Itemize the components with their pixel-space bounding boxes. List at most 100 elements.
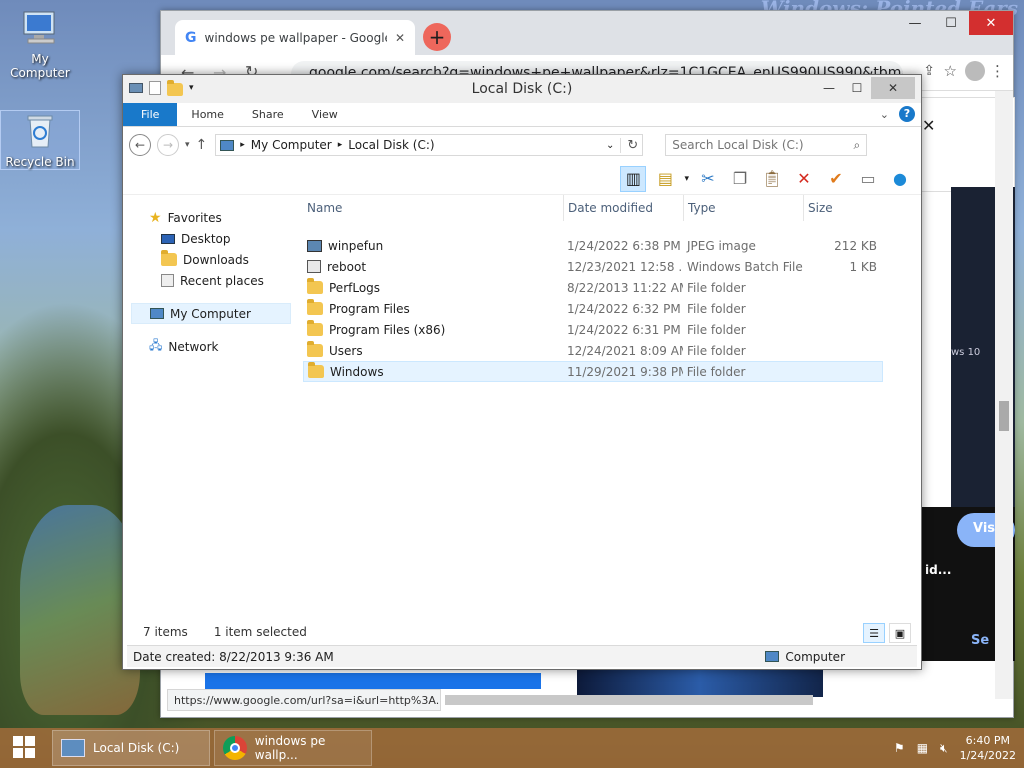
minimize-icon[interactable]: — (815, 77, 843, 99)
customize-qa-icon[interactable]: ▾ (189, 83, 194, 93)
page-link[interactable]: Se (971, 633, 989, 648)
column-type[interactable]: Type (683, 195, 803, 221)
computer-icon (20, 8, 60, 48)
file-size: 1 KB (849, 259, 877, 274)
properties-icon[interactable] (149, 81, 161, 95)
nav-downloads[interactable]: Downloads (131, 249, 291, 270)
paste-icon[interactable]: 📋︎ (759, 166, 785, 192)
globe-icon[interactable]: ● (887, 166, 913, 192)
close-icon[interactable]: ✕ (871, 77, 915, 99)
maximize-icon[interactable]: ☐ (843, 77, 871, 99)
tab-file[interactable]: File (123, 103, 178, 126)
file-row[interactable]: reboot 12/23/2021 12:58 ... Windows Batc… (303, 256, 883, 277)
column-name[interactable]: Name (303, 195, 563, 221)
tab-home[interactable]: Home (177, 103, 237, 126)
back-icon[interactable]: ← (129, 134, 151, 156)
taskbar-chrome-button[interactable]: windows pe wallp... (214, 730, 372, 766)
share-icon[interactable]: ⇪ (923, 63, 935, 79)
nav-my-computer[interactable]: My Computer (131, 303, 291, 324)
chrome-tab-title: windows pe wallpaper - Google S (204, 30, 387, 45)
file-row[interactable]: winpefun 1/24/2022 6:38 PM JPEG image 21… (303, 235, 883, 256)
close-icon[interactable]: ✕ (969, 11, 1013, 35)
nav-network[interactable]: 🖧︎ Network (131, 336, 291, 357)
close-tab-icon[interactable]: ✕ (395, 31, 405, 45)
system-tray: ⚑ ▦ 🔇︎ 6:40 PM 1/24/2022 (894, 728, 1024, 768)
file-row[interactable]: Program Files 1/24/2022 6:32 PM File fol… (303, 298, 883, 319)
folder-icon (307, 299, 323, 315)
nav-label: Recent places (180, 273, 264, 288)
close-panel-icon[interactable]: ✕ (922, 116, 935, 135)
explorer-content: ★ Favorites Desktop Downloads Recent pla… (123, 195, 921, 625)
delete-icon[interactable]: ✕ (791, 166, 817, 192)
recent-locations-icon[interactable]: ▾ (185, 140, 190, 150)
search-icon[interactable]: ⌕ (854, 138, 861, 153)
clock-time: 6:40 PM (965, 734, 1010, 747)
checkmark-icon[interactable]: ✔ (823, 166, 849, 192)
chrome-window-controls: — ☐ ✕ (897, 11, 1013, 35)
taskbar-explorer-button[interactable]: Local Disk (C:) (52, 730, 210, 766)
network-icon[interactable]: ▦ (917, 741, 928, 755)
desktop-icon-recycle-bin[interactable]: Recycle Bin (0, 110, 80, 170)
column-date-modified[interactable]: Date modified (563, 195, 683, 221)
rename-icon[interactable]: ▭ (855, 166, 881, 192)
profile-icon[interactable] (965, 61, 985, 81)
start-button[interactable] (0, 728, 48, 768)
breadcrumb-local-disk[interactable]: Local Disk (C:) (348, 138, 434, 152)
menu-icon[interactable]: ⋮ (990, 62, 1005, 80)
page-text: ws 10 (951, 347, 981, 358)
command-toolbar: ▥ ▤ ▾ ✂ ❐ 📋︎ ✕ ✔ ▭ ● (123, 163, 921, 195)
file-type: File folder (687, 301, 746, 316)
action-center-flag-icon[interactable]: ⚑ (894, 741, 905, 755)
new-tab-button[interactable]: + (423, 23, 451, 51)
volume-muted-icon[interactable]: 🔇︎ (940, 741, 948, 756)
details-view-icon[interactable]: ☰ (863, 623, 885, 643)
file-name: Program Files (329, 301, 410, 316)
file-row[interactable]: PerfLogs 8/22/2013 11:22 AM File folder (303, 277, 883, 298)
file-row[interactable]: Users 12/24/2021 8:09 AM File folder (303, 340, 883, 361)
file-date: 11/29/2021 9:38 PM (567, 364, 683, 379)
clock[interactable]: 6:40 PM 1/24/2022 (960, 733, 1016, 763)
chrome-tab[interactable]: G windows pe wallpaper - Google S ✕ (175, 20, 415, 55)
large-icons-view-icon[interactable]: ▣ (889, 623, 911, 643)
maximize-icon[interactable]: ☐ (933, 11, 969, 35)
vertical-scrollbar[interactable] (995, 91, 1013, 699)
file-name: PerfLogs (329, 280, 381, 295)
explorer-window-controls: — ☐ ✕ (815, 77, 915, 99)
address-dropdown-icon[interactable]: ⌄ (606, 140, 614, 151)
breadcrumb-separator-icon[interactable]: ▸ (338, 140, 343, 150)
select-icon[interactable]: ▤ (652, 166, 678, 192)
up-icon[interactable]: ↑ (196, 137, 208, 153)
copy-icon[interactable]: ❐ (727, 166, 753, 192)
search-box[interactable]: ⌕ (665, 134, 868, 156)
new-folder-icon[interactable] (167, 80, 183, 96)
chrome-status-url: https://www.google.com/url?sa=i&url=http… (167, 689, 441, 711)
expand-ribbon-icon[interactable]: ⌄ (880, 108, 889, 121)
tab-share[interactable]: Share (238, 103, 298, 126)
breadcrumb-separator-icon[interactable]: ▸ (240, 140, 245, 150)
address-bar[interactable]: ▸ My Computer ▸ Local Disk (C:) ⌄ ↻ (215, 134, 644, 156)
forward-icon[interactable]: → (157, 134, 179, 156)
tab-view[interactable]: View (298, 103, 352, 126)
horizontal-scrollbar[interactable] (445, 695, 813, 705)
refresh-icon[interactable]: ↻ (620, 137, 638, 153)
preview-pane-icon[interactable]: ▥ (620, 165, 647, 192)
file-row-selected[interactable]: Windows 11/29/2021 9:38 PM File folder (303, 361, 883, 382)
breadcrumb-my-computer[interactable]: My Computer (251, 138, 332, 152)
bookmark-star-icon[interactable]: ☆ (944, 62, 957, 80)
file-row[interactable]: Program Files (x86) 1/24/2022 6:31 PM Fi… (303, 319, 883, 340)
cut-icon[interactable]: ✂ (695, 166, 721, 192)
nav-desktop[interactable]: Desktop (131, 228, 291, 249)
search-input[interactable] (672, 138, 854, 152)
minimize-icon[interactable]: — (897, 11, 933, 35)
help-icon[interactable]: ? (899, 106, 915, 122)
view-toggle: ☰ ▣ (863, 623, 911, 643)
scrollbar-thumb[interactable] (999, 401, 1009, 431)
network-icon: 🖧︎ (149, 338, 163, 352)
windows-logo-icon (12, 735, 36, 762)
nav-favorites[interactable]: ★ Favorites (131, 207, 291, 228)
desktop-icon-my-computer[interactable]: My Computer (0, 8, 80, 80)
dropdown-icon[interactable]: ▾ (684, 174, 689, 184)
column-size[interactable]: Size (803, 195, 883, 221)
selection-count: 1 item selected (213, 625, 307, 639)
nav-recent-places[interactable]: Recent places (131, 270, 291, 291)
